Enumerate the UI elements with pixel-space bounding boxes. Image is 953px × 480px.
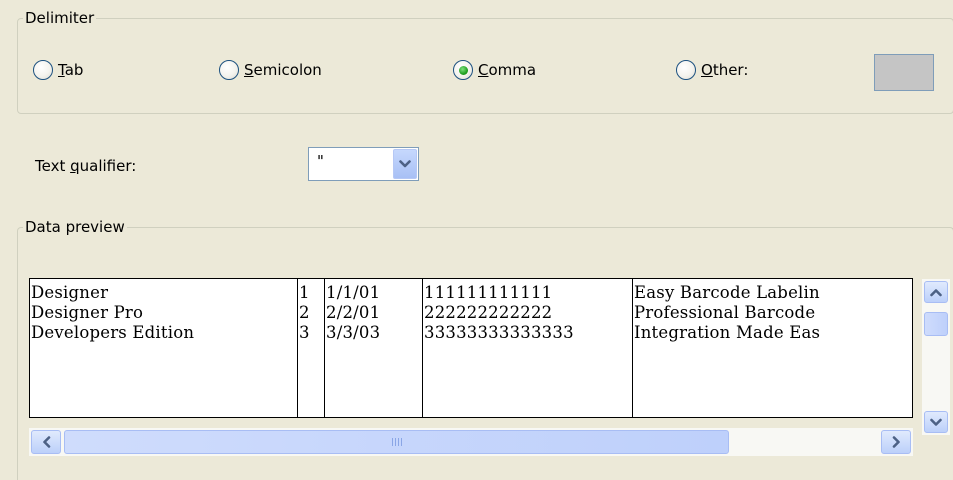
preview-cell: Developers Edition (31, 323, 195, 342)
text-qualifier-select[interactable]: " (308, 147, 419, 181)
radio-semicolon[interactable]: Semicolon (219, 60, 322, 80)
preview-column-1: Designer Designer Pro Developers Edition (30, 279, 298, 417)
data-preview-group-title: Data preview (23, 218, 127, 236)
scroll-down-arrow-icon (930, 418, 942, 426)
preview-cell: Designer Pro (31, 303, 144, 322)
radio-selected-dot (458, 65, 468, 75)
radio-other[interactable]: Other: (676, 60, 748, 80)
preview-cell: Easy Barcode Labelin (634, 283, 820, 302)
horizontal-scroll-thumb[interactable] (64, 430, 729, 454)
chevron-down-icon (399, 160, 411, 168)
preview-cell: 33333333333333 (424, 323, 574, 342)
text-qualifier-label: Text qualifier: (35, 157, 137, 175)
radio-other-label: Other: (701, 61, 749, 79)
preview-cell: 2 (299, 303, 310, 322)
radio-tab[interactable]: Tab (33, 60, 83, 80)
preview-cell: 1/1/01 (326, 283, 381, 302)
vertical-scrollbar[interactable] (922, 279, 950, 435)
preview-cell: 3/3/03 (326, 323, 381, 342)
horizontal-scrollbar[interactable] (29, 428, 913, 456)
radio-tab-label: Tab (58, 61, 84, 79)
scroll-up-arrow-icon (930, 288, 942, 296)
radio-comma[interactable]: Comma (453, 60, 536, 80)
preview-cell: Integration Made Eas (634, 323, 821, 342)
radio-comma-circle[interactable] (453, 60, 473, 80)
vertical-scroll-thumb[interactable] (924, 312, 948, 336)
preview-cell: 3 (299, 323, 310, 342)
text-qualifier-value: " (317, 152, 324, 170)
scroll-down-button[interactable] (924, 411, 948, 433)
radio-semicolon-label: Semicolon (244, 61, 322, 79)
scroll-up-button[interactable] (924, 281, 948, 303)
preview-cell: 1 (299, 283, 310, 302)
preview-column-5: Easy Barcode Labelin Professional Barcod… (633, 279, 912, 417)
preview-cell: 2/2/01 (326, 303, 381, 322)
combo-dropdown-button[interactable] (393, 149, 417, 179)
radio-semicolon-circle[interactable] (219, 60, 239, 80)
preview-column-3: 1/1/01 2/2/01 3/3/03 (325, 279, 423, 417)
scroll-right-arrow-icon (892, 436, 900, 448)
radio-tab-circle[interactable] (33, 60, 53, 80)
preview-column-4: 111111111111 222222222222 33333333333333 (423, 279, 633, 417)
preview-column-2: 1 2 3 (298, 279, 325, 417)
preview-cell: Designer (31, 283, 109, 302)
scroll-left-arrow-icon (42, 436, 50, 448)
preview-cell: Professional Barcode (634, 303, 816, 322)
data-preview-grid[interactable]: Designer Designer Pro Developers Edition… (29, 278, 913, 418)
preview-cell: 222222222222 (424, 303, 553, 322)
scroll-left-button[interactable] (31, 430, 61, 454)
delimiter-group-title: Delimiter (23, 9, 97, 27)
scroll-right-button[interactable] (881, 430, 911, 454)
other-delimiter-input[interactable] (874, 54, 934, 91)
preview-cell: 111111111111 (424, 283, 553, 302)
scroll-grip-icon (391, 438, 402, 446)
radio-comma-label: Comma (478, 61, 537, 79)
radio-other-circle[interactable] (676, 60, 696, 80)
